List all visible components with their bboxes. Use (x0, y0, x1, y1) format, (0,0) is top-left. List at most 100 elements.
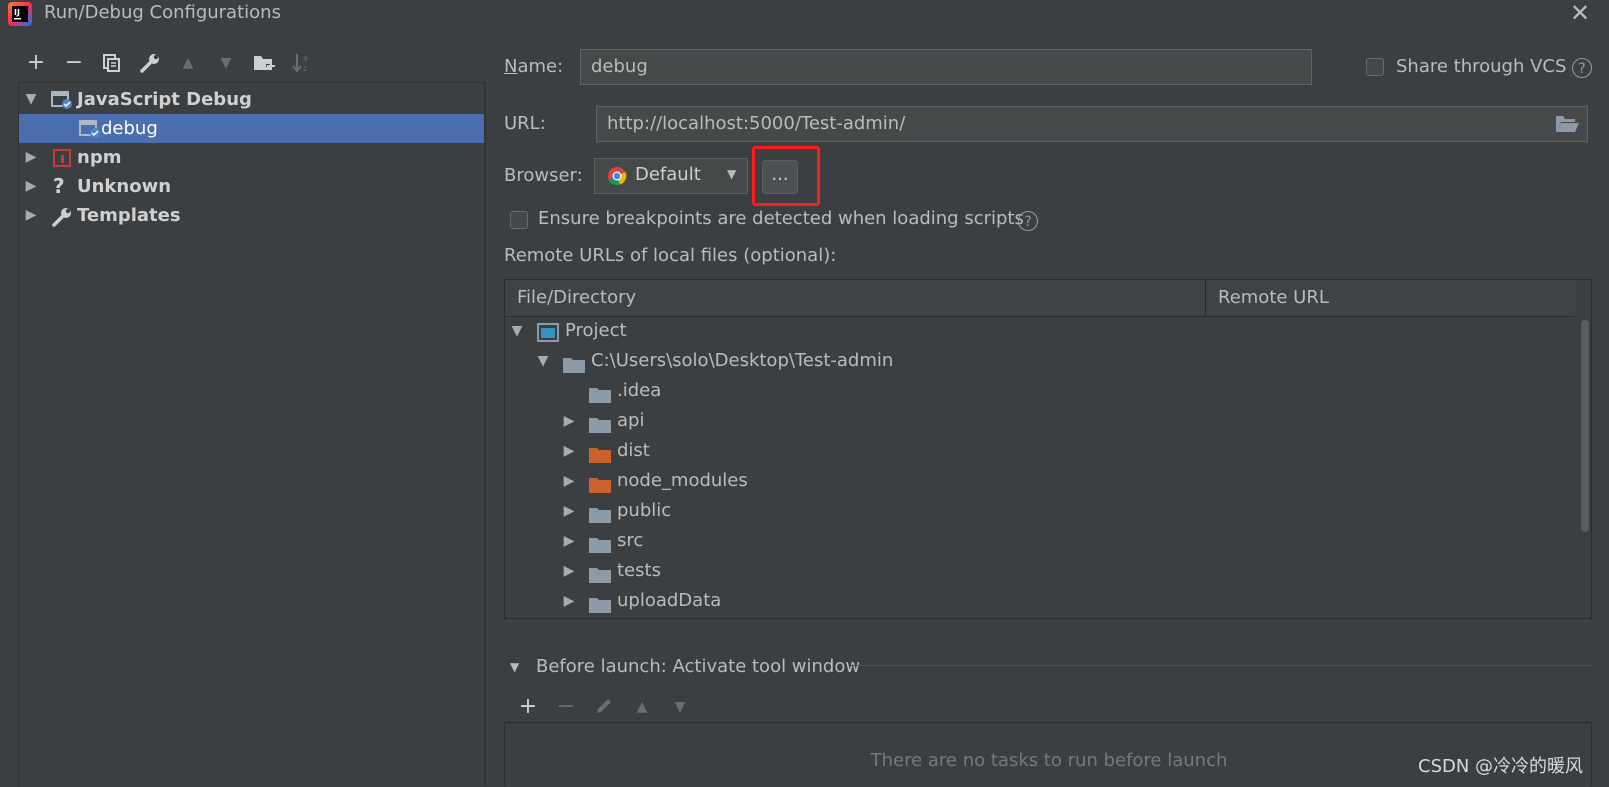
tree-item-templates[interactable]: ▶ Templates (19, 201, 485, 230)
edit-defaults-button[interactable] (134, 46, 166, 80)
expand-arrow-icon[interactable]: ▶ (561, 466, 577, 496)
folder-icon (589, 563, 611, 583)
help-icon[interactable]: ? (1572, 58, 1592, 78)
intellij-logo-icon: IJ (8, 2, 32, 26)
browse-folder-icon[interactable] (1554, 113, 1580, 135)
expand-arrow-icon[interactable]: ▶ (561, 586, 577, 616)
move-task-up-button[interactable]: ▲ (626, 690, 658, 724)
expand-arrow-icon[interactable]: ▶ (561, 496, 577, 526)
tree-row-label: dist (617, 440, 650, 461)
expand-arrow-icon[interactable]: ▶ (561, 436, 577, 466)
table-header: File/Directory Remote URL (505, 280, 1575, 317)
copy-configuration-button[interactable] (96, 46, 128, 80)
move-up-button[interactable]: ▲ (172, 46, 204, 80)
panel-splitter[interactable] (484, 82, 486, 786)
configurations-tree: ▼ JavaScript Debug debug ▶ npm ▶ ? Unkno… (18, 82, 486, 787)
pencil-icon (597, 699, 611, 713)
add-task-button[interactable]: + (512, 690, 544, 724)
chrome-icon (607, 166, 627, 186)
configurations-toolbar: + − ▲ ▼ az (20, 46, 480, 82)
excluded-folder-icon (589, 443, 611, 463)
tree-item-npm[interactable]: ▶ npm (19, 143, 485, 172)
npm-icon (53, 148, 73, 168)
project-icon (537, 322, 559, 342)
svg-text:a: a (303, 54, 308, 63)
url-input[interactable]: http://localhost:5000/Test-admin/ (596, 106, 1588, 142)
svg-text:z: z (303, 64, 307, 73)
ensure-breakpoints-label[interactable]: Ensure breakpoints are detected when loa… (538, 208, 1024, 229)
edit-task-button[interactable] (588, 690, 620, 724)
tree-row-label: public (617, 500, 672, 521)
move-down-button[interactable]: ▼ (210, 46, 242, 80)
folder-add-icon (254, 56, 275, 70)
tree-item-label: npm (77, 147, 122, 168)
before-launch-title[interactable]: Before launch: Activate tool window (536, 656, 860, 677)
folder-icon (589, 383, 611, 403)
question-icon: ? (53, 174, 65, 198)
tree-row-label: tests (617, 560, 661, 581)
tree-row-label: .idea (617, 380, 662, 401)
tree-row-label: src (617, 530, 644, 551)
remove-task-button[interactable]: − (550, 690, 582, 724)
tree-item-label: Unknown (77, 176, 172, 197)
share-vcs-checkbox[interactable] (1366, 58, 1384, 76)
expand-arrow-icon[interactable]: ▶ (561, 556, 577, 586)
expand-arrow-icon[interactable]: ▶ (23, 172, 39, 201)
expand-arrow-icon[interactable]: ▼ (23, 85, 39, 114)
section-divider (850, 665, 1592, 666)
browser-select[interactable]: Default ▼ (594, 158, 748, 194)
tree-item-label: debug (101, 118, 158, 139)
remote-urls-label: Remote URLs of local files (optional): (504, 245, 837, 266)
tree-item-unknown[interactable]: ▶ ? Unknown (19, 172, 485, 201)
expand-arrow-icon[interactable]: ▼ (509, 316, 525, 346)
folder-icon (589, 503, 611, 523)
ensure-breakpoints-checkbox[interactable] (510, 211, 528, 229)
collapse-arrow-icon[interactable]: ▼ (510, 660, 519, 674)
tree-row-label: C:\Users\solo\Desktop\Test-admin (591, 350, 894, 371)
expand-arrow-icon[interactable]: ▶ (561, 526, 577, 556)
add-configuration-button[interactable]: + (20, 46, 52, 80)
expand-arrow-icon[interactable]: ▶ (561, 406, 577, 436)
remove-configuration-button[interactable]: − (58, 46, 90, 80)
close-button[interactable]: ✕ (1566, 0, 1594, 28)
browser-value: Default (635, 164, 701, 185)
share-vcs-label[interactable]: Share through VCS (1396, 56, 1566, 77)
help-icon[interactable]: ? (1018, 211, 1038, 231)
name-label: Name: (504, 56, 564, 77)
folder-icon (589, 593, 611, 613)
name-label-text: ame: (517, 56, 564, 77)
sort-icon: az (292, 54, 308, 73)
sort-button[interactable]: az (286, 46, 318, 80)
expand-arrow-icon[interactable]: ▶ (23, 143, 39, 172)
new-folder-button[interactable] (248, 46, 280, 80)
before-launch-toolbar: + − ▲ ▼ (512, 690, 712, 722)
tree-row-label: Project (565, 320, 627, 341)
wrench-icon (51, 206, 71, 227)
scrollbar-thumb[interactable] (1581, 320, 1589, 532)
svg-text:IJ: IJ (14, 8, 20, 17)
window-title: Run/Debug Configurations (44, 2, 281, 23)
tree-item-label: JavaScript Debug (77, 89, 252, 110)
browser-label: Browser: (504, 165, 583, 186)
excluded-folder-icon (589, 473, 611, 493)
name-input[interactable]: debug (580, 49, 1312, 85)
tree-row-label: uploadData (617, 590, 722, 611)
expand-arrow-icon[interactable]: ▶ (23, 201, 39, 230)
tree-item-label: Templates (77, 205, 181, 226)
javascript-debug-icon (79, 119, 100, 139)
watermark: CSDN @冷冷的暖风 (1418, 756, 1584, 777)
move-task-down-button[interactable]: ▼ (664, 690, 696, 724)
highlight-box (752, 146, 820, 206)
tree-item-javascript-debug[interactable]: ▼ JavaScript Debug (19, 85, 485, 114)
column-header-remote-url[interactable]: Remote URL (1206, 280, 1576, 316)
remote-urls-table: File/Directory Remote URL ▼ Project ▼ C:… (504, 279, 1592, 619)
javascript-debug-icon (51, 90, 72, 110)
tree-row-label: node_modules (617, 470, 748, 491)
tree-item-debug[interactable]: debug (19, 114, 485, 143)
column-header-file-directory[interactable]: File/Directory (505, 280, 1205, 316)
expand-arrow-icon[interactable]: ▼ (535, 346, 551, 376)
folder-icon (563, 353, 585, 373)
chevron-down-icon: ▼ (727, 167, 737, 181)
url-label: URL: (504, 113, 546, 134)
folder-icon (589, 533, 611, 553)
